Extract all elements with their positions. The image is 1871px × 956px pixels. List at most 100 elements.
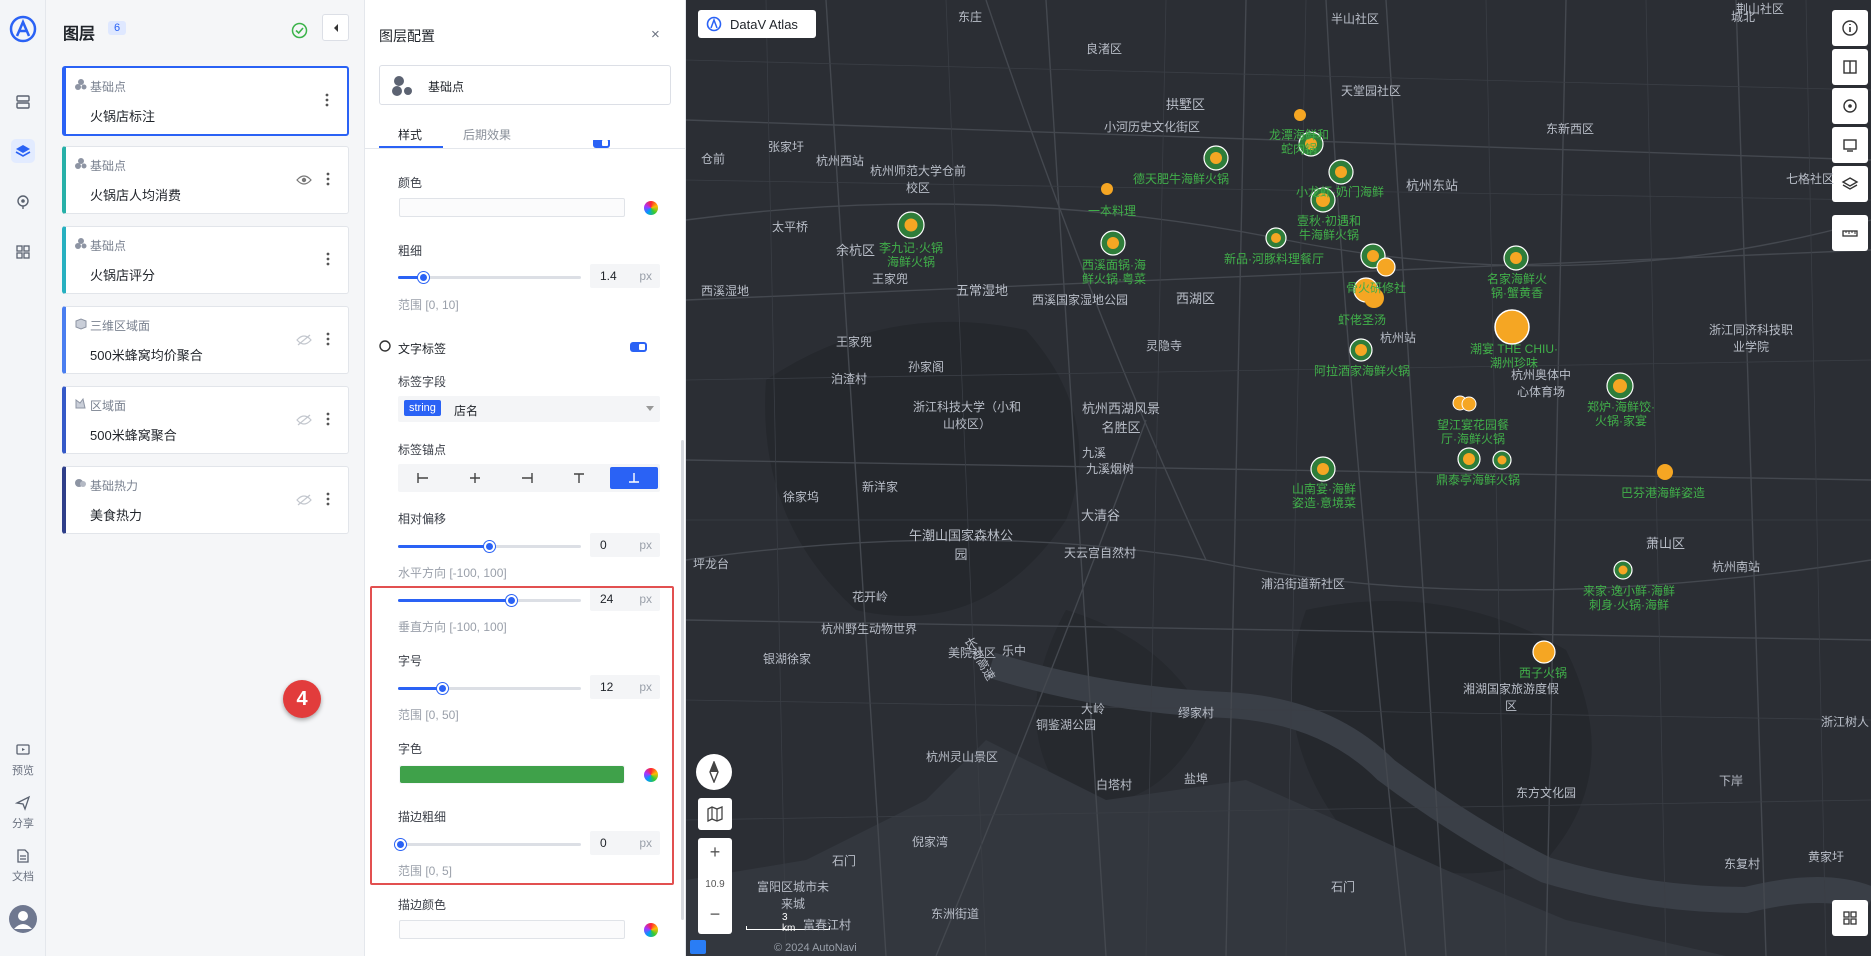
- share-button[interactable]: 分享: [0, 795, 46, 831]
- marker[interactable]: [1613, 560, 1633, 580]
- marker[interactable]: [1349, 338, 1373, 362]
- place-label: 来家·逸小鲜·海鲜刺身·火锅·海鲜: [1583, 584, 1675, 612]
- layer-panel: 图层 6 基础点 火锅店标注 基础点 火锅店人均消费 基础点 火锅店评分 三维区…: [46, 0, 365, 956]
- place-label: 山南宴·海鲜姿造·意境菜: [1292, 482, 1356, 510]
- share-icon: [14, 795, 31, 811]
- width-value: 1.4: [600, 269, 617, 283]
- field-name: 店名: [454, 404, 479, 418]
- place-label: 小龙虾·奶门海鲜: [1296, 185, 1384, 199]
- marker[interactable]: [1265, 227, 1287, 249]
- layer-type: 三维区域面: [90, 319, 151, 333]
- marker[interactable]: [1461, 396, 1477, 412]
- user-avatar[interactable]: [9, 905, 37, 933]
- offset-x-value: 0: [600, 538, 607, 552]
- chevron-down-icon: [646, 406, 654, 411]
- outline-color-field[interactable]: [399, 920, 625, 939]
- marker[interactable]: [897, 211, 925, 239]
- more-vertical-icon[interactable]: [326, 331, 330, 347]
- stroke-section-header: [379, 140, 659, 150]
- eye-icon[interactable]: [296, 174, 312, 186]
- marker[interactable]: [1203, 145, 1229, 171]
- more-vertical-icon[interactable]: [326, 491, 330, 507]
- layers-icon[interactable]: [11, 139, 35, 163]
- marker[interactable]: [1606, 372, 1634, 400]
- more-vertical-icon[interactable]: [326, 251, 330, 267]
- layer-type: 基础点: [90, 80, 127, 94]
- anchor-group: [398, 464, 660, 492]
- marker[interactable]: [1100, 230, 1126, 256]
- marker[interactable]: [1101, 183, 1113, 195]
- offset-x-input[interactable]: 0 px: [590, 533, 660, 557]
- marker[interactable]: [1494, 309, 1530, 345]
- width-input[interactable]: 1.4 px: [590, 264, 660, 288]
- base-point-icon: [75, 238, 87, 249]
- text-label-toggle[interactable]: [630, 342, 647, 352]
- layer-card-2[interactable]: 基础点 火锅店评分: [62, 226, 349, 294]
- anchor-right-button[interactable]: [506, 467, 548, 489]
- layer-card-4[interactable]: 区域面 500米蜂窝聚合: [62, 386, 349, 454]
- layer-type: 基础点: [90, 239, 127, 253]
- layer-name: 火锅店人均消费: [90, 188, 182, 203]
- place-label: 阿拉酒家海鲜火锅: [1314, 364, 1411, 378]
- eye-hidden-icon[interactable]: [296, 414, 312, 426]
- unit-label: px: [639, 269, 652, 283]
- layer-card-1[interactable]: 基础点 火锅店人均消费: [62, 146, 349, 214]
- layer-name: 500米蜂窝聚合: [90, 428, 177, 443]
- layer-card-5[interactable]: 基础热力 美食热力: [62, 466, 349, 534]
- more-vertical-icon[interactable]: [326, 411, 330, 427]
- anchor-center-button[interactable]: [454, 467, 496, 489]
- anchor-center-icon: [470, 473, 480, 483]
- collapse-panel-button[interactable]: [322, 14, 349, 41]
- anchor-top-icon: [574, 473, 584, 483]
- marker[interactable]: [1294, 109, 1306, 121]
- more-vertical-icon[interactable]: [325, 92, 329, 108]
- anchor-bottom-button[interactable]: [610, 467, 658, 489]
- map-canvas[interactable]: DataV Atlas + 10.9 − 3 km © 2024 AutoNav…: [686, 0, 1871, 956]
- color-label: 颜色: [398, 176, 423, 190]
- width-slider-handle[interactable]: [418, 272, 429, 283]
- offset-x-slider-handle[interactable]: [484, 541, 495, 552]
- layer-kind-selector[interactable]: 基础点: [379, 65, 671, 105]
- marker[interactable]: [1310, 456, 1336, 482]
- preview-icon: [16, 744, 30, 755]
- marker[interactable]: [1376, 257, 1396, 277]
- marker[interactable]: [1657, 464, 1673, 480]
- collapse-section-icon[interactable]: [379, 340, 391, 352]
- components-icon[interactable]: [11, 240, 35, 264]
- anchor-left-button[interactable]: [402, 467, 444, 489]
- close-icon[interactable]: ×: [651, 26, 660, 43]
- color-picker-icon[interactable]: [644, 923, 658, 937]
- panel-scrollbar[interactable]: [681, 440, 684, 920]
- marker[interactable]: [1532, 640, 1556, 664]
- heatmap-icon: [75, 479, 86, 487]
- color-picker-icon[interactable]: [644, 201, 658, 215]
- docs-label: 文档: [12, 871, 34, 883]
- docs-button[interactable]: 文档: [0, 848, 46, 884]
- app-logo[interactable]: [8, 14, 38, 44]
- outline-color-label: 描边颜色: [398, 898, 447, 912]
- label-field-select[interactable]: string 店名: [398, 396, 660, 422]
- layer-type: 基础点: [90, 159, 127, 173]
- offset-label: 相对偏移: [398, 512, 447, 526]
- anchor-top-button[interactable]: [558, 467, 600, 489]
- check-icon[interactable]: [291, 22, 308, 39]
- preview-label: 预览: [12, 765, 34, 777]
- marker[interactable]: [1492, 450, 1512, 470]
- layer-card-3[interactable]: 三维区域面 500米蜂窝均价聚合: [62, 306, 349, 374]
- stroke-toggle[interactable]: [593, 140, 610, 148]
- anchor-left-icon: [417, 473, 428, 483]
- place-label: 潮宴 THE CHIU·潮州珍味: [1470, 342, 1558, 370]
- data-icon[interactable]: [11, 90, 35, 114]
- marker[interactable]: [1503, 245, 1529, 271]
- stroke-color-field[interactable]: [399, 198, 625, 217]
- marker[interactable]: [1457, 447, 1481, 471]
- more-vertical-icon[interactable]: [326, 171, 330, 187]
- location-analysis-icon[interactable]: [11, 190, 35, 214]
- place-label: 鼎泰亭海鲜火锅: [1436, 473, 1521, 487]
- preview-button[interactable]: 预览: [0, 742, 46, 778]
- caret-left-icon: [333, 23, 338, 32]
- marker[interactable]: [1328, 159, 1354, 185]
- eye-hidden-icon[interactable]: [296, 334, 312, 346]
- layer-card-0[interactable]: 基础点 火锅店标注: [62, 66, 349, 136]
- eye-hidden-icon[interactable]: [296, 494, 312, 506]
